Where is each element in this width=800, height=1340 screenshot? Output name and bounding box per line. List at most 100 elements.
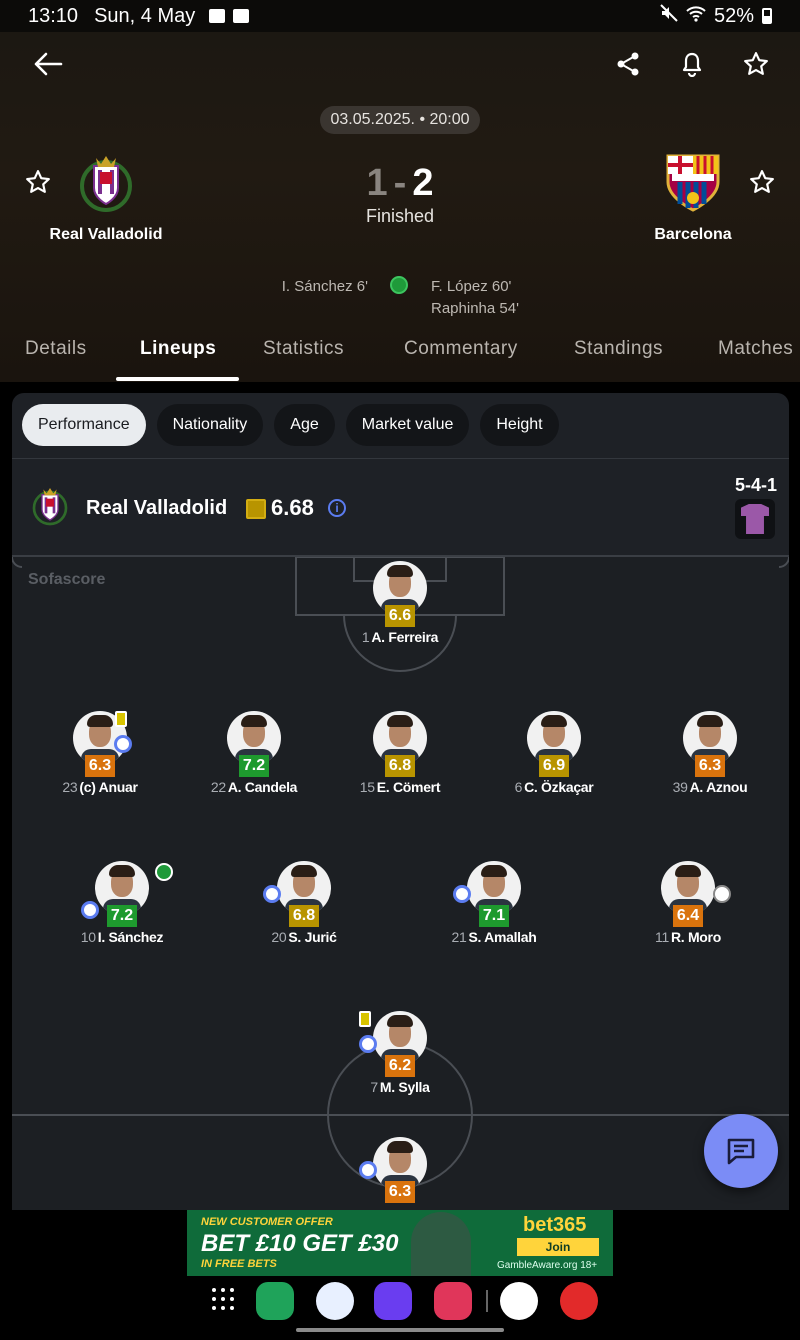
chip-height[interactable]: Height <box>480 404 559 446</box>
player-name: A. Ferreira <box>371 629 439 645</box>
player-card[interactable]: 7.2 10 I. Sánchez <box>52 861 192 945</box>
substitution-icon <box>359 1161 377 1179</box>
dock-divider <box>486 1290 488 1312</box>
player-card[interactable]: 6.8 20 S. Jurić <box>234 861 374 945</box>
notification-button[interactable] <box>672 44 712 84</box>
star-icon <box>744 52 768 75</box>
substitution-icon <box>81 901 99 919</box>
share-button[interactable] <box>608 44 648 84</box>
away-score: 2 <box>412 162 434 204</box>
player-label: 20 S. Jurić <box>234 929 374 945</box>
player-number: 11 <box>655 929 669 945</box>
favorite-home-team-button[interactable] <box>18 162 58 202</box>
avg-rating: 6.68 <box>271 495 314 520</box>
tab-matches[interactable]: Matches <box>718 338 793 360</box>
player-label: 1 A. Ferreira <box>330 629 470 645</box>
formation: 5-4-1 <box>734 475 777 495</box>
phone-app-icon[interactable] <box>256 1282 294 1320</box>
player-rating: 7.2 <box>107 905 137 927</box>
status-time: 13:10 <box>28 4 79 27</box>
tab-commentary[interactable]: Commentary <box>404 338 518 360</box>
player-rating: 6.8 <box>385 755 415 777</box>
match-date: 03.05.2025. • 20:00 <box>320 106 480 134</box>
lineup-team-name[interactable]: Real Valladolid <box>86 497 227 520</box>
avg-rating-badge <box>246 499 266 519</box>
player-label: 7 M. Sylla <box>330 1079 470 1095</box>
player-rating: 6.8 <box>289 905 319 927</box>
away-team-name[interactable]: Barcelona <box>613 226 773 244</box>
chat-icon <box>727 1138 755 1165</box>
filter-chips: Performance Nationality Age Market value… <box>22 404 559 446</box>
chip-nationality[interactable]: Nationality <box>156 404 264 446</box>
messages-app-icon[interactable] <box>316 1282 354 1320</box>
ad-person-image <box>411 1212 471 1276</box>
away-team-logo[interactable] <box>664 152 722 219</box>
team-kit-icon <box>735 499 775 539</box>
player-name: M. Sylla <box>379 1079 430 1095</box>
player-name: S. Jurić <box>288 929 337 945</box>
substitution-icon <box>359 1035 377 1053</box>
chrome-app-icon[interactable] <box>500 1282 538 1320</box>
chip-performance[interactable]: Performance <box>22 404 146 446</box>
recent-app-icon[interactable] <box>560 1282 598 1320</box>
chip-market-value[interactable]: Market value <box>345 404 470 446</box>
score-separator: - <box>393 162 407 204</box>
lineup-card: Performance Nationality Age Market value… <box>12 393 789 1210</box>
player-name: S. Amallah <box>468 929 537 945</box>
mute-icon <box>660 4 678 28</box>
substitution-icon <box>114 735 132 753</box>
share-icon <box>617 52 639 76</box>
player-card[interactable]: 6.9 6 C. Özkaçar <box>484 711 624 795</box>
match-status: Finished <box>365 206 435 226</box>
player-number: 15 <box>359 779 375 795</box>
player-label: 15 E. Cömert <box>330 779 470 795</box>
match-tabs: Details Lineups Statistics Commentary St… <box>0 330 800 382</box>
player-card[interactable]: 7.2 22 A. Candela <box>184 711 324 795</box>
team-crest[interactable] <box>30 485 70 532</box>
player-name: R. Moro <box>670 929 721 945</box>
apps-grid-icon[interactable] <box>210 1286 236 1317</box>
player-name: I. Sánchez <box>97 929 164 945</box>
yellow-card-icon <box>359 1011 371 1027</box>
player-card[interactable]: 6.3 39 A. Aznou <box>640 711 780 795</box>
favorite-away-team-button[interactable] <box>742 162 782 202</box>
home-team-name[interactable]: Real Valladolid <box>26 226 186 244</box>
player-label: 39 A. Aznou <box>640 779 780 795</box>
tab-standings[interactable]: Standings <box>574 338 663 360</box>
info-icon[interactable]: i <box>328 499 346 517</box>
player-card[interactable]: 6.3 23 (c) Anuar <box>30 711 170 795</box>
player-rating: 6.3 <box>695 755 725 777</box>
away-scorer: F. López 60' <box>431 278 512 295</box>
tab-details[interactable]: Details <box>25 338 87 360</box>
chat-button[interactable] <box>704 1114 778 1188</box>
tab-statistics[interactable]: Statistics <box>263 338 344 360</box>
camera-app-icon[interactable] <box>434 1282 472 1320</box>
internet-app-icon[interactable] <box>374 1282 412 1320</box>
player-card[interactable]: 6.8 15 E. Cömert <box>330 711 470 795</box>
ad-banner[interactable]: NEW CUSTOMER OFFER BET £10 GET £30 IN FR… <box>187 1210 613 1276</box>
player-label: 6 C. Özkaçar <box>484 779 624 795</box>
favorite-match-button[interactable] <box>736 44 776 84</box>
goal-ball-icon <box>390 276 408 294</box>
pitch: Sofascore 6.6 1 A. Ferreira 6.3 23 (c) Anuar 7… <box>12 555 789 1210</box>
home-team-logo[interactable] <box>76 152 136 219</box>
player-card[interactable]: 7.1 21 S. Amallah <box>424 861 564 945</box>
player-number: 20 <box>271 929 287 945</box>
player-card[interactable]: 6.3 <box>330 1137 470 1203</box>
ad-join-button[interactable]: Join <box>517 1238 599 1256</box>
home-gesture-bar[interactable] <box>296 1328 504 1332</box>
tab-lineups[interactable]: Lineups <box>140 338 216 360</box>
player-label: 11 R. Moro <box>618 929 758 945</box>
star-icon <box>750 170 774 193</box>
folder-icon <box>233 9 250 23</box>
player-rating: 6.9 <box>539 755 569 777</box>
player-card[interactable]: 6.6 1 A. Ferreira <box>330 561 470 645</box>
player-rating: 6.3 <box>385 1181 415 1203</box>
player-card[interactable]: 6.4 11 R. Moro <box>618 861 758 945</box>
ad-line1: NEW CUSTOMER OFFER <box>201 1216 333 1228</box>
back-button[interactable] <box>28 44 68 84</box>
chip-age[interactable]: Age <box>274 404 335 446</box>
player-label: 21 S. Amallah <box>424 929 564 945</box>
player-card[interactable]: 6.2 7 M. Sylla <box>330 1011 470 1095</box>
player-name: A. Candela <box>227 779 298 795</box>
